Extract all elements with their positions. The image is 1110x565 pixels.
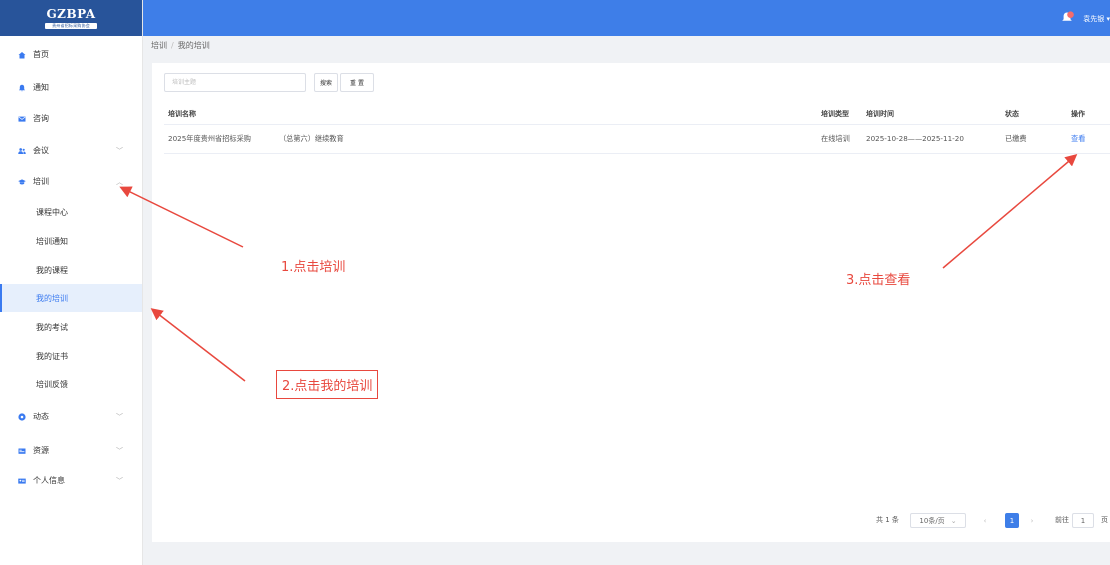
sidebar-item-label: 咨询 — [33, 114, 49, 123]
chevron-down-icon: ﹀ — [116, 477, 123, 485]
sidebar-item-consult[interactable]: 咨询 — [0, 104, 142, 133]
sidebar: GZBPA 贵州省招标采购协会 首页 通知 咨询 会议 ﹀ 培训 ︿ 课程中心 … — [0, 0, 143, 565]
user-name[interactable]: 袁先银 ▾ — [1083, 14, 1110, 24]
folder-icon — [18, 447, 26, 455]
sidebar-subitem-course-center[interactable]: 课程中心 — [0, 198, 142, 226]
sidebar-subitem-my-training[interactable]: 我的培训 — [0, 284, 142, 312]
sidebar-subitem-training-feedback[interactable]: 培训反馈 — [0, 370, 142, 398]
column-header-action: 操作 — [1071, 110, 1085, 118]
annotation-step-1: 1.点击培训 — [281, 260, 346, 275]
top-bar: 袁先银 ▾ — [143, 0, 1110, 36]
bell-icon — [18, 84, 26, 92]
view-link[interactable]: 查看 — [1071, 134, 1085, 144]
goto-page-input[interactable]: 1 — [1072, 513, 1094, 528]
training-name-cell: 2025年度贵州省招标采购 （总第六）继续教育 — [168, 134, 344, 144]
sidebar-item-label: 个人信息 — [33, 476, 65, 485]
sidebar-item-label: 动态 — [33, 412, 49, 421]
mail-icon — [18, 115, 26, 123]
training-name-end: （总第六）继续教育 — [278, 134, 344, 143]
breadcrumb: 培训 / 我的培训 — [151, 40, 210, 51]
training-type-cell: 在线培训 — [821, 134, 850, 143]
sidebar-item-label: 资源 — [33, 446, 49, 455]
breadcrumb-current: 我的培训 — [177, 41, 210, 50]
pagination-total: 共 1 条 — [876, 516, 899, 524]
search-input[interactable]: 培训主题 — [164, 73, 306, 92]
logo-subtitle: 贵州省招标采购协会 — [52, 23, 90, 28]
sidebar-subitem-label: 我的培训 — [36, 293, 68, 303]
sidebar-subitem-label: 培训通知 — [36, 236, 68, 246]
table-row-divider — [164, 153, 1110, 154]
column-header-time: 培训时间 — [866, 110, 894, 118]
breadcrumb-separator: / — [171, 41, 174, 50]
sidebar-item-home[interactable]: 首页 — [0, 40, 142, 69]
sidebar-item-label: 培训 — [33, 177, 49, 186]
graduation-cap-icon — [18, 178, 26, 186]
sidebar-item-label: 通知 — [33, 83, 49, 92]
page-suffix-label: 页 — [1101, 516, 1108, 524]
sidebar-subitem-my-exams[interactable]: 我的考试 — [0, 313, 142, 341]
sidebar-item-resources[interactable]: 资源 ﹀ — [0, 436, 142, 465]
sidebar-subitem-my-courses[interactable]: 我的课程 — [0, 256, 142, 284]
sidebar-subitem-label: 我的课程 — [36, 265, 68, 275]
sidebar-subitem-label: 我的证书 — [36, 351, 68, 361]
user-name-text: 袁先银 — [1083, 15, 1105, 23]
training-time-cell: 2025-10-28——2025-11-20 — [866, 134, 964, 143]
logo-title: GZBPA — [46, 6, 96, 21]
sidebar-item-meeting[interactable]: 会议 ﹀ — [0, 136, 142, 165]
goto-label: 前往 — [1055, 516, 1069, 524]
sidebar-item-label: 首页 — [33, 50, 49, 59]
column-header-status: 状态 — [1005, 110, 1019, 118]
notification-bell-icon[interactable] — [1061, 11, 1074, 23]
page-number-button[interactable]: 1 — [1005, 513, 1019, 528]
column-header-type: 培训类型 — [821, 110, 849, 118]
logo-subtitle-bar: 贵州省招标采购协会 — [45, 22, 97, 29]
logo[interactable]: GZBPA 贵州省招标采购协会 — [0, 0, 142, 36]
people-icon — [18, 147, 26, 155]
next-page-button[interactable]: › — [1025, 513, 1039, 528]
compass-icon — [18, 412, 26, 421]
search-button[interactable]: 搜索 — [314, 73, 338, 92]
annotation-step-3: 3.点击查看 — [846, 273, 911, 288]
sidebar-subitem-training-notice[interactable]: 培训通知 — [0, 227, 142, 255]
prev-page-button[interactable]: ‹ — [978, 513, 992, 528]
table-header-divider — [164, 124, 1110, 125]
column-header-name: 培训名称 — [168, 110, 196, 118]
chevron-down-icon: ﹀ — [116, 147, 123, 155]
breadcrumb-parent[interactable]: 培训 — [151, 41, 167, 50]
chevron-down-icon: ⌄ — [950, 516, 957, 525]
sidebar-item-label: 会议 — [33, 146, 49, 155]
sidebar-subitem-label: 我的考试 — [36, 322, 68, 332]
training-name-start: 2025年度贵州省招标采购 — [168, 134, 251, 143]
sidebar-subitem-label: 课程中心 — [36, 207, 68, 217]
search-placeholder: 培训主题 — [172, 79, 197, 86]
reset-button[interactable]: 重 置 — [340, 73, 374, 92]
page-size-select[interactable]: 10条/页 ⌄ — [910, 513, 966, 528]
sidebar-item-training[interactable]: 培训 ︿ — [0, 167, 142, 196]
chevron-down-icon: ﹀ — [116, 447, 123, 455]
sidebar-item-news[interactable]: 动态 ﹀ — [0, 402, 142, 431]
chevron-down-icon: ﹀ — [116, 413, 123, 421]
sidebar-item-profile[interactable]: 个人信息 ﹀ — [0, 466, 142, 495]
sidebar-subitem-my-certificates[interactable]: 我的证书 — [0, 342, 142, 370]
redacted-block — [250, 135, 279, 143]
annotation-step-2: 2.点击我的培训 — [276, 370, 379, 399]
home-icon — [18, 51, 26, 59]
chevron-up-icon: ︿ — [116, 178, 123, 186]
sidebar-subitem-label: 培训反馈 — [36, 379, 68, 389]
sidebar-item-notice[interactable]: 通知 — [0, 73, 142, 102]
status-cell: 已缴费 — [1005, 134, 1027, 143]
page-size-value: 10条/页 — [919, 516, 945, 525]
id-card-icon — [18, 477, 26, 485]
